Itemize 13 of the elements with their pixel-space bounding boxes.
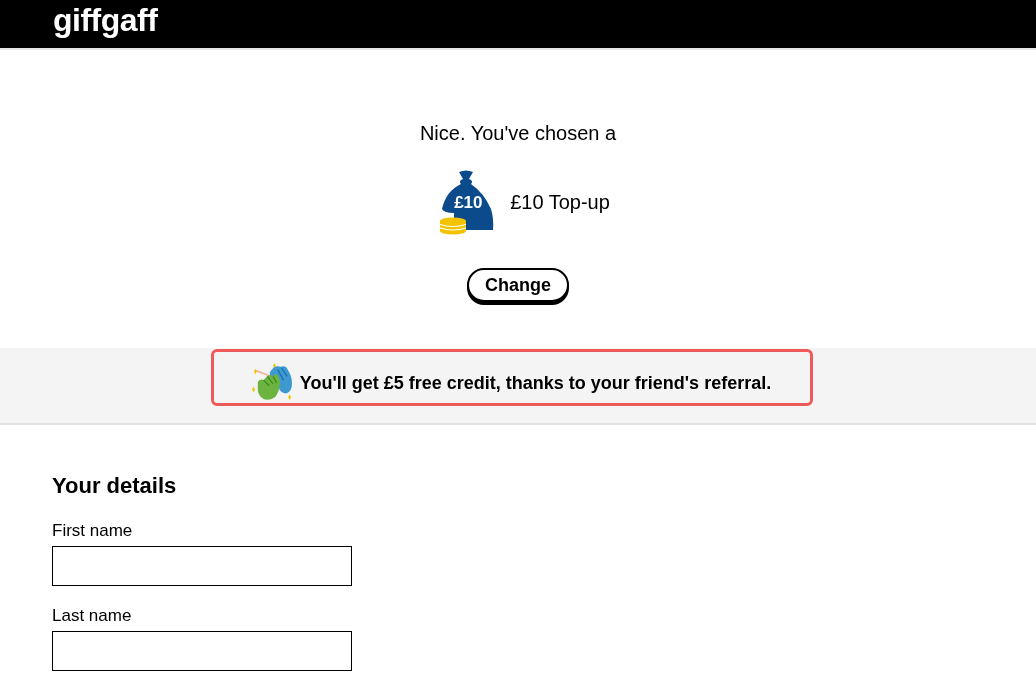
product-name: £10 Top-up [510,189,610,214]
intro-text: Nice. You've chosen a [419,121,617,145]
input-field[interactable] [52,631,352,671]
money-bag-icon [438,169,495,236]
logo[interactable]: giffgaff [53,1,158,39]
high-five-icon [251,362,294,401]
field-label: Last name [52,606,132,626]
input-field[interactable] [52,546,352,586]
change-button[interactable]: Change [467,268,569,302]
referral-message: You'll get £5 free credit, thanks to your friend's referral. [299,373,772,394]
field-label: First name [52,521,133,541]
bag-label: £10 [454,193,483,213]
section-heading: Your details [52,473,177,499]
